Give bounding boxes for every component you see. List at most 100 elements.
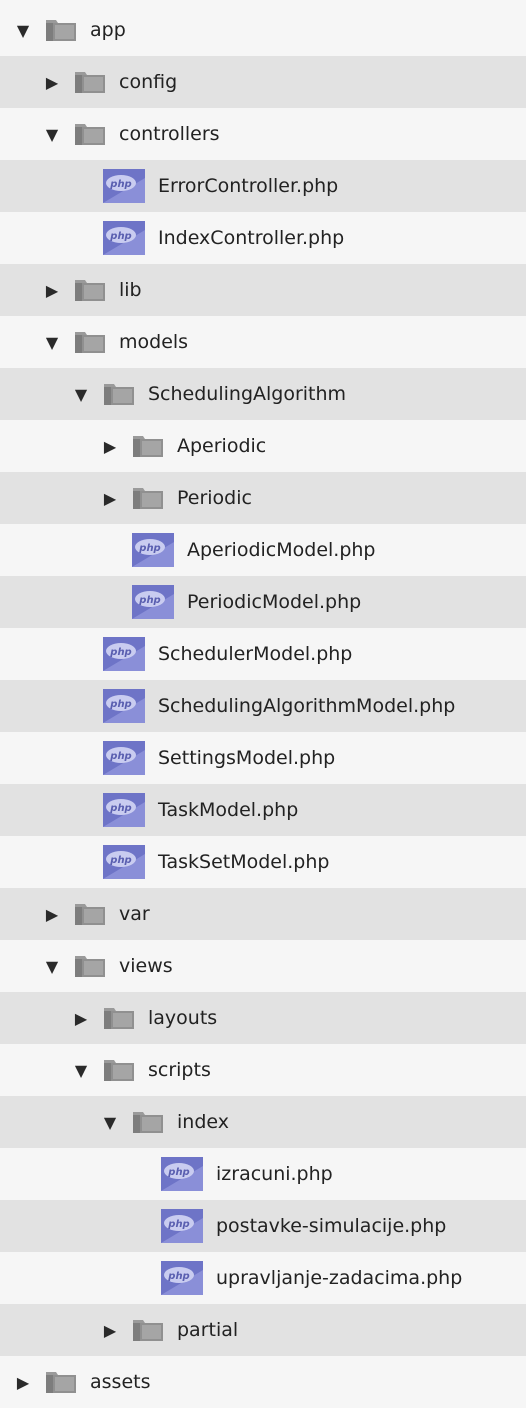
file-label: PeriodicModel.php	[187, 591, 362, 613]
expand-arrow-down-icon[interactable]: ▼	[43, 957, 61, 976]
collapse-arrow-right-icon[interactable]: ▶	[43, 905, 61, 924]
collapse-arrow-right-icon[interactable]: ▶	[101, 437, 119, 456]
folder-label: index	[177, 1111, 229, 1133]
file-label: ErrorController.php	[158, 175, 339, 197]
tree-folder-row[interactable]: ▶ layouts	[0, 992, 526, 1044]
folder-label: Aperiodic	[177, 435, 267, 457]
php-file-icon: php	[103, 741, 145, 775]
folder-label: models	[119, 331, 189, 353]
php-file-icon: php	[103, 221, 145, 255]
file-label: AperiodicModel.php	[187, 539, 376, 561]
file-label: upravljanje-zadacima.php	[216, 1267, 463, 1289]
expand-arrow-down-icon[interactable]: ▼	[72, 385, 90, 404]
file-label: TaskModel.php	[158, 799, 299, 821]
tree-folder-row[interactable]: ▼ index	[0, 1096, 526, 1148]
tree-folder-row[interactable]: ▶ assets	[0, 1356, 526, 1408]
tree-file-row[interactable]: php TaskSetModel.php	[0, 836, 526, 888]
php-file-icon: php	[161, 1157, 203, 1191]
tree-folder-row[interactable]: ▼ controllers	[0, 108, 526, 160]
collapse-arrow-right-icon[interactable]: ▶	[101, 1321, 119, 1340]
folder-icon	[133, 436, 163, 457]
expand-arrow-down-icon[interactable]: ▼	[101, 1113, 119, 1132]
php-file-icon: php	[132, 533, 174, 567]
php-file-icon: php	[103, 169, 145, 203]
file-label: izracuni.php	[216, 1163, 333, 1185]
svg-text:php: php	[109, 751, 131, 762]
tree-file-row[interactable]: php AperiodicModel.php	[0, 524, 526, 576]
file-tree: ▼ app ▶ config ▼ controllers php ErrorControlle…	[0, 0, 526, 1408]
svg-text:php: php	[109, 803, 131, 814]
folder-label: SchedulingAlgorithm	[148, 383, 347, 405]
tree-file-row[interactable]: php PeriodicModel.php	[0, 576, 526, 628]
php-file-icon: php	[103, 793, 145, 827]
expand-arrow-down-icon[interactable]: ▼	[43, 333, 61, 352]
file-label: SettingsModel.php	[158, 747, 336, 769]
tree-file-row[interactable]: php upravljanje-zadacima.php	[0, 1252, 526, 1304]
folder-label: controllers	[119, 123, 220, 145]
tree-file-row[interactable]: php IndexController.php	[0, 212, 526, 264]
folder-icon	[75, 904, 105, 925]
tree-folder-row[interactable]: ▶ Aperiodic	[0, 420, 526, 472]
folder-label: app	[90, 19, 126, 41]
tree-file-row[interactable]: php SettingsModel.php	[0, 732, 526, 784]
collapse-arrow-right-icon[interactable]: ▶	[101, 489, 119, 508]
expand-arrow-down-icon[interactable]: ▼	[43, 125, 61, 144]
tree-folder-row[interactable]: ▼ app	[0, 4, 526, 56]
tree-file-row[interactable]: php SchedulingAlgorithmModel.php	[0, 680, 526, 732]
collapse-arrow-right-icon[interactable]: ▶	[43, 73, 61, 92]
tree-folder-row[interactable]: ▶ partial	[0, 1304, 526, 1356]
folder-label: lib	[119, 279, 142, 301]
folder-icon	[133, 1320, 163, 1341]
folder-label: Periodic	[177, 487, 252, 509]
svg-text:php: php	[167, 1219, 189, 1230]
collapse-arrow-right-icon[interactable]: ▶	[14, 1373, 32, 1392]
folder-label: layouts	[148, 1007, 218, 1029]
tree-folder-row[interactable]: ▼ scripts	[0, 1044, 526, 1096]
folder-label: scripts	[148, 1059, 211, 1081]
collapse-arrow-right-icon[interactable]: ▶	[43, 281, 61, 300]
php-file-icon: php	[103, 637, 145, 671]
folder-icon	[104, 1060, 134, 1081]
php-file-icon: php	[132, 585, 174, 619]
file-label: postavke-simulacije.php	[216, 1215, 447, 1237]
php-file-icon: php	[103, 845, 145, 879]
php-file-icon: php	[161, 1261, 203, 1295]
tree-file-row[interactable]: php SchedulerModel.php	[0, 628, 526, 680]
folder-icon	[133, 1112, 163, 1133]
tree-folder-row[interactable]: ▶ config	[0, 56, 526, 108]
tree-file-row[interactable]: php postavke-simulacije.php	[0, 1200, 526, 1252]
folder-icon	[104, 1008, 134, 1029]
tree-folder-row[interactable]: ▶ Periodic	[0, 472, 526, 524]
svg-text:php: php	[109, 647, 131, 658]
tree-file-row[interactable]: php izracuni.php	[0, 1148, 526, 1200]
php-file-icon: php	[103, 689, 145, 723]
folder-label: var	[119, 903, 150, 925]
folder-label: views	[119, 955, 173, 977]
file-label: IndexController.php	[158, 227, 345, 249]
folder-icon	[75, 280, 105, 301]
collapse-arrow-right-icon[interactable]: ▶	[72, 1009, 90, 1028]
folder-icon	[75, 332, 105, 353]
folder-icon	[75, 72, 105, 93]
tree-folder-row[interactable]: ▶ lib	[0, 264, 526, 316]
folder-icon	[46, 1372, 76, 1393]
folder-label: partial	[177, 1319, 239, 1341]
tree-file-row[interactable]: php TaskModel.php	[0, 784, 526, 836]
folder-icon	[104, 384, 134, 405]
php-file-icon: php	[161, 1209, 203, 1243]
svg-text:php: php	[138, 595, 160, 606]
tree-folder-row[interactable]: ▼ models	[0, 316, 526, 368]
folder-icon	[75, 124, 105, 145]
folder-label: config	[119, 71, 178, 93]
svg-text:php: php	[109, 231, 131, 242]
tree-folder-row[interactable]: ▼ SchedulingAlgorithm	[0, 368, 526, 420]
tree-file-row[interactable]: php ErrorController.php	[0, 160, 526, 212]
expand-arrow-down-icon[interactable]: ▼	[14, 21, 32, 40]
tree-folder-row[interactable]: ▼ views	[0, 940, 526, 992]
file-label: TaskSetModel.php	[158, 851, 330, 873]
folder-icon	[133, 488, 163, 509]
svg-text:php: php	[109, 179, 131, 190]
expand-arrow-down-icon[interactable]: ▼	[72, 1061, 90, 1080]
svg-text:php: php	[138, 543, 160, 554]
tree-folder-row[interactable]: ▶ var	[0, 888, 526, 940]
